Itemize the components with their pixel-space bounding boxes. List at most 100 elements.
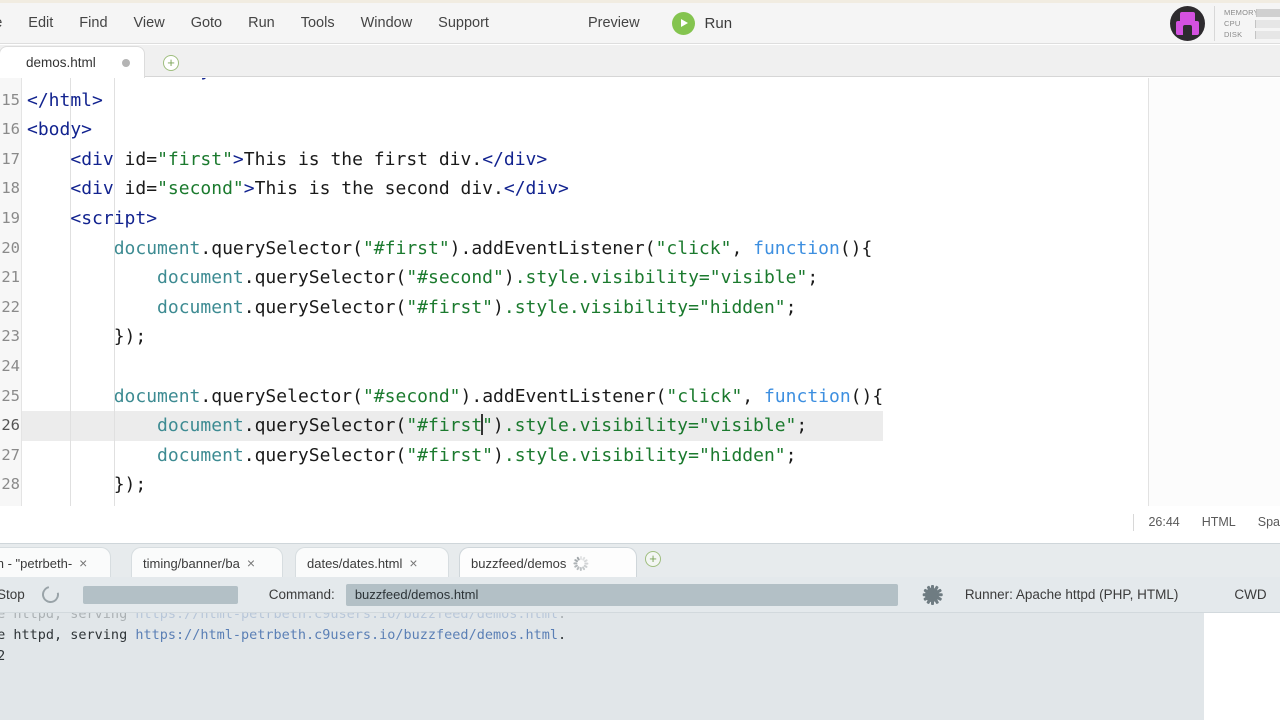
gutter-line-21[interactable]: 21 <box>0 263 22 293</box>
bottom-tab-timing-banner[interactable]: timing/banner/ba × <box>132 548 282 578</box>
code-line-15[interactable]: </html> <box>22 85 883 116</box>
code-token: document <box>113 385 201 407</box>
menu-window[interactable]: Window <box>348 11 426 35</box>
indent-guide <box>70 440 72 471</box>
menu-view[interactable]: View <box>121 11 178 35</box>
command-input-value: buzzfeed/demos.html <box>354 587 479 602</box>
console-url-link[interactable]: https://html-petrbeth.c9users.io/buzzfee… <box>135 627 558 643</box>
code-token: </style> <box>157 78 244 81</box>
code-line-28[interactable]: }); <box>22 470 883 500</box>
gutter-line-18[interactable]: 18 <box>0 174 22 204</box>
gutter-line-22[interactable]: 22 <box>0 293 22 323</box>
new-file-tab-plus-icon[interactable]: + <box>163 55 179 71</box>
editor-statusbar: 26:44 HTML Spa <box>0 506 1280 538</box>
editor-gutter[interactable]: 14151617181920212223242526272829 <box>0 78 22 538</box>
gutter-line-14[interactable]: 14 <box>0 78 22 86</box>
menu-file[interactable]: le <box>0 11 15 35</box>
console-output[interactable]: ing Apache httpd, serving https://html-p… <box>0 613 1204 720</box>
close-icon[interactable]: × <box>247 556 255 570</box>
gutter-line-25[interactable]: 25 <box>0 382 22 412</box>
code-line-14[interactable]: </style> <box>22 78 883 86</box>
gear-icon[interactable] <box>922 584 943 605</box>
code-token: ; <box>785 296 797 318</box>
new-console-tab-plus-icon[interactable]: + <box>645 551 661 567</box>
code-line-21[interactable]: document.querySelector("#second").style.… <box>22 263 883 293</box>
menu-run[interactable]: Run <box>235 11 288 35</box>
gutter-line-15[interactable]: 15 <box>0 86 22 116</box>
code-token: document <box>157 444 244 466</box>
runner-selector[interactable]: Runner: Apache httpd (PHP, HTML) <box>965 587 1179 602</box>
cpu-gauge-label: CPU <box>1224 18 1241 28</box>
disk-gauge-bar <box>1254 30 1280 39</box>
menu-goto[interactable]: Goto <box>178 11 235 35</box>
code-line-25[interactable]: document.querySelector("#second").addEve… <box>22 381 883 412</box>
gutter-line-23[interactable]: 23 <box>0 322 22 352</box>
bottom-tab-bash-label: ash - "petrbeth- <box>0 555 73 571</box>
indent-guide <box>70 85 72 116</box>
code-token: .style.visibility= <box>514 267 710 289</box>
gutter-line-17[interactable]: 17 <box>0 145 22 175</box>
run-button[interactable]: Run <box>671 11 733 35</box>
code-line-22[interactable]: document.querySelector("#first").style.v… <box>22 292 883 323</box>
code-token: .querySelector( <box>200 237 363 259</box>
bottom-tab-buzzfeed-demos[interactable]: buzzfeed/demos <box>460 548 636 578</box>
code-token: <div <box>70 148 125 170</box>
language-mode-indicator[interactable]: HTML <box>1202 515 1236 529</box>
cursor-position-indicator[interactable]: 26:44 <box>1148 515 1179 529</box>
menu-find[interactable]: Find <box>66 11 120 35</box>
menu-edit[interactable]: Edit <box>15 11 66 35</box>
code-token: "#second" <box>362 385 461 407</box>
preview-button[interactable]: Preview <box>578 11 650 35</box>
code-content-area[interactable]: </style> </html><body> <div id="first">Th… <box>22 78 1148 538</box>
gutter-line-19[interactable]: 19 <box>0 204 22 234</box>
code-line-20[interactable]: document.querySelector("#first").addEven… <box>22 233 883 264</box>
file-modified-dot-icon[interactable] <box>121 58 130 67</box>
menu-item-list: leEditFindViewGotoRunToolsWindowSupport <box>0 11 502 35</box>
command-input[interactable]: buzzfeed/demos.html <box>345 583 898 606</box>
cpu-gauge: CPU <box>1224 19 1280 29</box>
console-url-link[interactable]: https://html-petrbeth.c9users.io/buzzfee… <box>135 613 558 622</box>
restart-icon[interactable] <box>38 582 62 607</box>
code-line-23[interactable]: }); <box>22 322 883 352</box>
user-avatar-robot-icon[interactable] <box>1170 6 1205 41</box>
code-line-26[interactable]: document.querySelector("#first").style.v… <box>22 411 884 441</box>
code-line-18[interactable]: <div id="second">This is the second div.… <box>22 174 883 204</box>
code-token: .querySelector( <box>243 444 407 466</box>
menu-tools[interactable]: Tools <box>288 11 348 35</box>
gutter-line-26[interactable]: 26 <box>0 411 22 441</box>
console-line-suffix: . <box>557 613 567 622</box>
code-line-27[interactable]: document.querySelector("#first").style.v… <box>22 440 883 471</box>
file-tabbar: demos.html <box>0 45 1280 78</box>
code-token: "visible" <box>709 267 808 289</box>
code-token: "hidden" <box>698 296 786 318</box>
menu-support[interactable]: Support <box>425 11 502 35</box>
code-line-16[interactable]: <body> <box>22 115 883 145</box>
code-token: ).addEventListener( <box>460 385 667 407</box>
stop-button[interactable]: Stop <box>0 587 25 602</box>
bottom-tab-bash[interactable]: ash - "petrbeth- × <box>0 548 110 578</box>
close-icon[interactable]: × <box>409 556 417 570</box>
code-token: This is the first div. <box>243 148 483 170</box>
runner-progress-field <box>82 585 238 604</box>
file-tab-demos-html[interactable]: demos.html <box>0 47 144 78</box>
gutter-line-27[interactable]: 27 <box>0 441 22 471</box>
gutter-line-16[interactable]: 16 <box>0 115 22 145</box>
gutter-line-20[interactable]: 20 <box>0 234 22 264</box>
gutter-line-28[interactable]: 28 <box>0 470 22 500</box>
close-icon[interactable]: × <box>79 556 87 570</box>
indent-mode-indicator[interactable]: Spa <box>1258 515 1280 529</box>
memory-gauge-label: MEMORY <box>1224 7 1259 17</box>
run-button-label: Run <box>704 14 733 32</box>
gutter-line-24[interactable]: 24 <box>0 352 22 382</box>
code-token: id= <box>124 148 158 170</box>
code-line-17[interactable]: <div id="first">This is the first div.</… <box>22 144 883 175</box>
code-line-19[interactable]: <script> <box>22 203 883 234</box>
gutter-line-numbers: 14151617181920212223242526272829 <box>0 78 22 530</box>
bottom-tab-dates[interactable]: dates/dates.html × <box>296 548 448 578</box>
code-line-24[interactable] <box>22 351 883 382</box>
indent-guide <box>113 440 115 471</box>
